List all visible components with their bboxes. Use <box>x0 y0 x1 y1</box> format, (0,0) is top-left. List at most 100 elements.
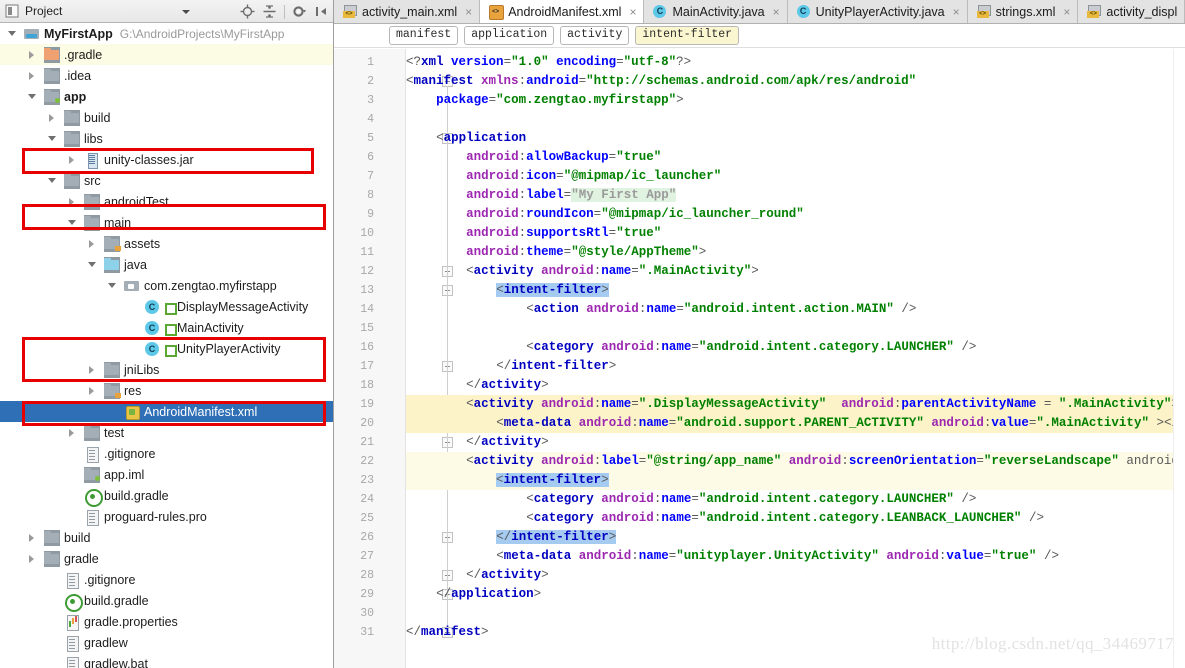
tree-item-gradle[interactable]: .gradle <box>0 44 333 65</box>
code-line[interactable]: android:label="My First App" <box>406 186 677 205</box>
editor-tab-activity-main-xml[interactable]: activity_main.xml × <box>334 0 481 23</box>
code-line[interactable]: <intent-filter> <box>406 471 609 490</box>
code-line[interactable]: </application> <box>406 585 541 604</box>
code-line[interactable]: </intent-filter> <box>406 528 617 547</box>
chevron-down-icon[interactable] <box>107 275 119 296</box>
code-line[interactable]: <intent-filter> <box>406 281 609 300</box>
code-line[interactable]: <manifest xmlns:android="http://schemas.… <box>406 72 916 91</box>
tree-item-gitignore[interactable]: .gitignore <box>0 443 333 464</box>
close-tab-icon[interactable]: × <box>953 6 960 18</box>
tree-item-build[interactable]: build <box>0 107 333 128</box>
code-line[interactable]: </activity> <box>406 376 549 395</box>
chevron-right-icon[interactable] <box>67 191 79 212</box>
editor-tab-activity-displ[interactable]: activity_displ <box>1078 0 1185 23</box>
tree-item-build-gradle[interactable]: build.gradle <box>0 485 333 507</box>
code-line[interactable]: </activity> <box>406 433 549 452</box>
code-text-area[interactable]: <?xml version="1.0" encoding="utf-8"?> <m… <box>406 49 1185 668</box>
hide-panel-icon[interactable] <box>314 4 329 19</box>
chevron-down-icon[interactable] <box>67 212 79 233</box>
chevron-down-icon[interactable] <box>7 23 19 44</box>
code-line[interactable]: <category android:name="android.intent.c… <box>406 509 1044 528</box>
settings-gear-icon[interactable] <box>292 4 307 19</box>
tree-item-main[interactable]: main <box>0 212 333 233</box>
breadcrumb-activity[interactable]: activity <box>560 26 630 45</box>
code-line[interactable]: android:allowBackup="true" <box>406 148 661 167</box>
editor-tab-unityplayeractivity-java[interactable]: UnityPlayerActivity.java × <box>787 0 968 23</box>
tree-item-gradlew-bat[interactable]: gradlew.bat <box>0 653 333 668</box>
tree-item-gradle[interactable]: gradle <box>0 548 333 569</box>
editor-tab-strip[interactable]: activity_main.xml×AndroidManifest.xml×Ma… <box>334 0 1185 24</box>
chevron-down-icon[interactable] <box>87 254 99 275</box>
code-line[interactable]: <application <box>406 129 526 148</box>
chevron-right-icon[interactable] <box>47 107 59 128</box>
code-folding-gutter[interactable] <box>384 49 453 668</box>
tree-item-proguard-rules-pro[interactable]: proguard-rules.pro <box>0 506 333 527</box>
code-line[interactable]: <meta-data android:name="unityplayer.Uni… <box>406 547 1059 566</box>
tree-item-gradle-properties[interactable]: gradle.properties <box>0 611 333 632</box>
editor-tab-androidmanifest-xml[interactable]: AndroidManifest.xml × <box>480 0 645 23</box>
code-line[interactable]: <activity android:label="@string/app_nam… <box>406 452 1185 471</box>
close-tab-icon[interactable]: × <box>1063 6 1070 18</box>
code-line[interactable]: <category android:name="android.intent.c… <box>406 338 976 357</box>
tree-item-assets[interactable]: assets <box>0 233 333 254</box>
close-tab-icon[interactable]: × <box>629 6 636 18</box>
tree-item-app[interactable]: app <box>0 86 333 107</box>
tree-item-androidmanifest-xml[interactable]: AndroidManifest.xml <box>0 401 333 422</box>
tree-item-res[interactable]: res <box>0 380 333 401</box>
code-line[interactable]: </activity> <box>406 566 549 585</box>
tree-item-test[interactable]: test <box>0 422 333 443</box>
tree-item-gradlew[interactable]: gradlew <box>0 632 333 653</box>
breadcrumb-intent-filter[interactable]: intent-filter <box>635 26 740 45</box>
close-tab-icon[interactable]: × <box>773 6 780 18</box>
editor-tab-strings-xml[interactable]: strings.xml × <box>967 0 1079 23</box>
code-line[interactable]: <activity android:name=".MainActivity"> <box>406 262 759 281</box>
code-line[interactable]: <activity android:name=".DisplayMessageA… <box>406 395 1179 414</box>
tree-item-src[interactable]: src <box>0 170 333 191</box>
code-line[interactable]: <category android:name="android.intent.c… <box>406 490 976 509</box>
chevron-right-icon[interactable] <box>27 44 39 65</box>
chevron-right-icon[interactable] <box>87 359 99 380</box>
tree-item-androidtest[interactable]: androidTest <box>0 191 333 212</box>
code-line[interactable]: android:supportsRtl="true" <box>406 224 661 243</box>
code-line[interactable]: <action android:name="android.intent.act… <box>406 300 916 319</box>
tree-item-app-iml[interactable]: app.iml <box>0 464 333 485</box>
tree-item-unity-classes-jar[interactable]: unity-classes.jar <box>0 149 333 170</box>
close-tab-icon[interactable]: × <box>465 6 472 18</box>
project-file-tree[interactable]: MyFirstApp G:\AndroidProjects\MyFirstApp.… <box>0 23 333 668</box>
chevron-right-icon[interactable] <box>27 548 39 569</box>
tree-item-myfirstapp[interactable]: MyFirstApp G:\AndroidProjects\MyFirstApp <box>0 23 333 44</box>
tree-item-idea[interactable]: .idea <box>0 65 333 86</box>
code-line[interactable]: </intent-filter> <box>406 357 616 376</box>
tree-item-displaymessageactivity[interactable]: DisplayMessageActivity <box>0 296 333 317</box>
code-line[interactable]: android:roundIcon="@mipmap/ic_launcher_r… <box>406 205 804 224</box>
tree-item-build[interactable]: build <box>0 527 333 548</box>
chevron-down-icon[interactable] <box>27 86 39 107</box>
code-line[interactable]: package="com.zengtao.myfirstapp"> <box>406 91 684 110</box>
code-line[interactable]: android:theme="@style/AppTheme"> <box>406 243 706 262</box>
breadcrumb-manifest[interactable]: manifest <box>389 26 459 45</box>
breadcrumb-application[interactable]: application <box>464 26 555 45</box>
editor-tab-mainactivity-java[interactable]: MainActivity.java × <box>644 0 788 23</box>
code-line[interactable]: </manifest> <box>406 623 489 642</box>
chevron-right-icon[interactable] <box>27 527 39 548</box>
collapse-all-icon[interactable] <box>262 4 277 19</box>
chevron-down-icon[interactable] <box>47 128 59 149</box>
chevron-right-icon[interactable] <box>67 149 79 170</box>
code-line[interactable]: <?xml version="1.0" encoding="utf-8"?> <box>406 53 691 72</box>
code-line[interactable]: android:icon="@mipmap/ic_launcher" <box>406 167 721 186</box>
tree-item-libs[interactable]: libs <box>0 128 333 149</box>
panel-chevron-down-icon[interactable] <box>182 10 190 14</box>
editor-vertical-scrollbar[interactable] <box>1173 49 1185 668</box>
tree-item-java[interactable]: java <box>0 254 333 275</box>
tree-item-jnilibs[interactable]: jniLibs <box>0 359 333 380</box>
chevron-right-icon[interactable] <box>87 380 99 401</box>
code-editor[interactable]: 1 2 3 4 5 6 7 8 9 10 11 12 13 14 15 16 17 18 19 20 21 22 23 24 2… <box>334 49 1185 668</box>
chevron-right-icon[interactable] <box>27 65 39 86</box>
tree-item-build-gradle[interactable]: build.gradle <box>0 590 333 612</box>
tree-item-unityplayeractivity[interactable]: UnityPlayerActivity <box>0 338 333 359</box>
tree-item-mainactivity[interactable]: MainActivity <box>0 317 333 338</box>
locate-target-icon[interactable] <box>240 4 255 19</box>
chevron-down-icon[interactable] <box>47 170 59 191</box>
code-line[interactable]: <meta-data android:name="android.support… <box>406 414 1185 433</box>
tree-item-gitignore[interactable]: .gitignore <box>0 569 333 590</box>
